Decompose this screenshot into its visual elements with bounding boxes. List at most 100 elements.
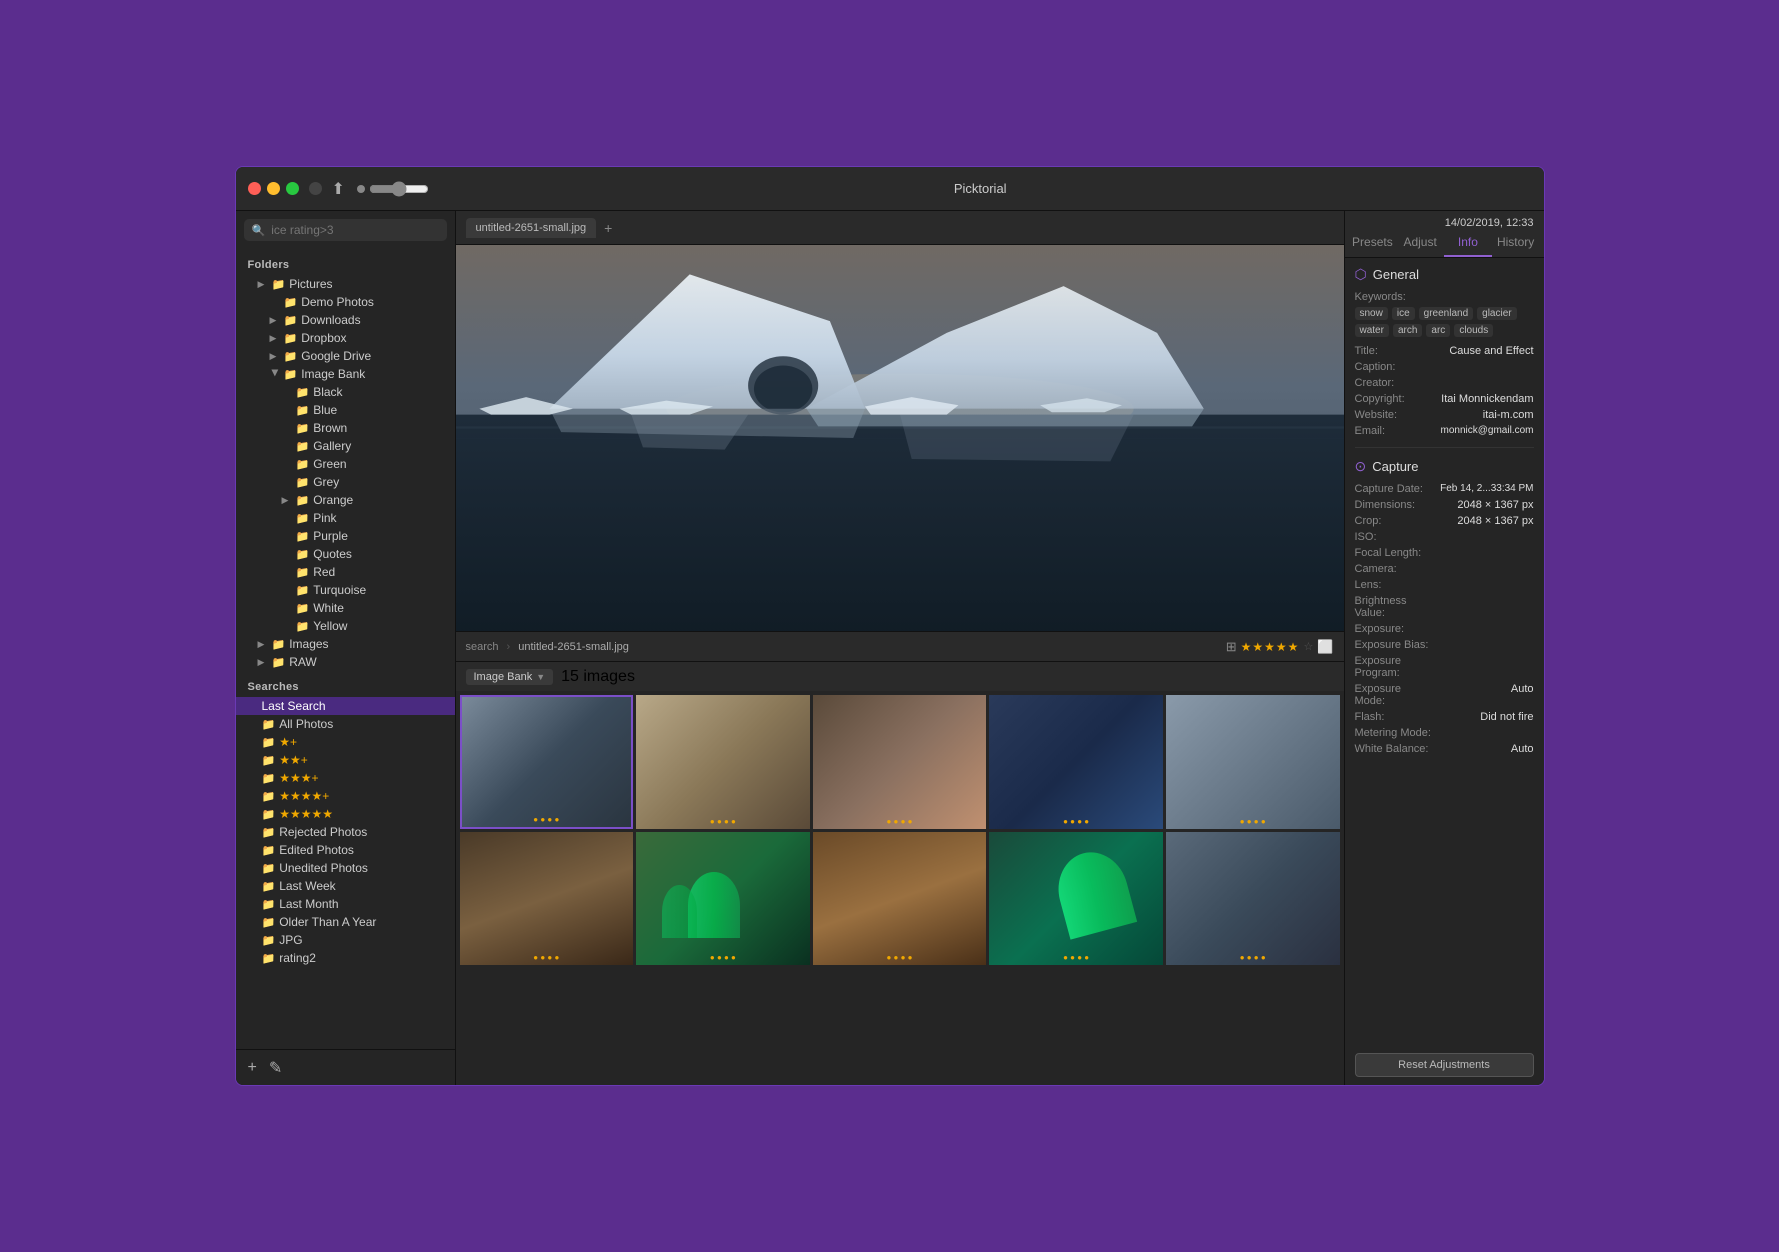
thumb-stars: ● ● ● ● xyxy=(533,953,559,962)
sidebar-item-rejected[interactable]: 📁 Rejected Photos xyxy=(236,823,455,841)
thumbnail-5[interactable]: ● ● ● ● xyxy=(1166,695,1340,829)
sidebar-item-jpg[interactable]: 📁 JPG xyxy=(236,931,455,949)
sidebar-item-older-year[interactable]: 📁 Older Than A Year xyxy=(236,913,455,931)
sidebar-item-unedited[interactable]: 📁 Unedited Photos xyxy=(236,859,455,877)
sidebar-item-google-drive[interactable]: ▶ 📁 Google Drive xyxy=(236,347,455,365)
add-folder-button[interactable]: + xyxy=(248,1059,257,1077)
folder-icon: 📁 xyxy=(296,386,310,399)
sidebar-item-all-photos[interactable]: 📁 All Photos xyxy=(236,715,455,733)
sidebar-item-raw[interactable]: ▶ 📁 RAW xyxy=(236,653,455,671)
folder-label: Grey xyxy=(313,475,339,489)
chevron-right-icon: ▶ xyxy=(282,495,292,506)
sidebar-item-image-bank[interactable]: ▶ 📁 Image Bank xyxy=(236,365,455,383)
sidebar-item-last-search[interactable]: Last Search xyxy=(236,697,455,715)
folder-icon: 📁 xyxy=(262,772,276,785)
folder-icon: 📁 xyxy=(284,368,298,381)
keyword-arch: arch xyxy=(1393,324,1422,337)
sidebar-item-3star[interactable]: 📁 ★★+ xyxy=(236,751,455,769)
sidebar-item-yellow[interactable]: 📁 Yellow xyxy=(236,617,455,635)
folder-icon: 📁 xyxy=(296,530,310,543)
reset-adjustments-button[interactable]: Reset Adjustments xyxy=(1355,1053,1534,1077)
email-row: Email: monnick@gmail.com xyxy=(1355,425,1534,437)
folder-label: Demo Photos xyxy=(301,295,374,309)
flag-button[interactable]: ⬜ xyxy=(1317,639,1333,655)
thumbnail-8[interactable]: ● ● ● ● xyxy=(813,832,987,966)
folder-icon: 📁 xyxy=(262,934,276,947)
general-section-title: ⬡ General xyxy=(1355,266,1534,283)
tab-info[interactable]: Info xyxy=(1444,231,1492,257)
thumbnail-10[interactable]: ● ● ● ● xyxy=(1166,832,1340,966)
edit-button[interactable]: ✎ xyxy=(269,1058,282,1078)
sidebar-item-brown[interactable]: 📁 Brown xyxy=(236,419,455,437)
tab-history[interactable]: History xyxy=(1492,231,1540,257)
sidebar-item-last-month[interactable]: 📁 Last Month xyxy=(236,895,455,913)
thumbnail-1[interactable]: ● ● ● ● xyxy=(460,695,634,829)
close-button[interactable] xyxy=(248,182,261,195)
folder-label: Pictures xyxy=(289,277,332,291)
chevron-right-icon: ▶ xyxy=(270,333,280,344)
search-box[interactable]: 🔍 xyxy=(244,219,447,241)
folder-label: White xyxy=(313,601,344,615)
folder-label: Dropbox xyxy=(301,331,346,345)
sidebar-item-pink[interactable]: 📁 Pink xyxy=(236,509,455,527)
sidebar-item-5star[interactable]: 📁 ★★★★★ xyxy=(236,805,455,823)
grid-view-button[interactable]: ⊞ xyxy=(1226,639,1237,655)
thumbnail-3[interactable]: ● ● ● ● xyxy=(813,695,987,829)
sidebar-item-turquoise[interactable]: 📁 Turquoise xyxy=(236,581,455,599)
sidebar-item-green[interactable]: 📁 Green xyxy=(236,455,455,473)
add-tab-button[interactable]: + xyxy=(604,220,612,236)
folder-icon: 📁 xyxy=(262,952,276,965)
thumbnail-4[interactable]: ● ● ● ● xyxy=(989,695,1163,829)
sidebar-item-quotes[interactable]: 📁 Quotes xyxy=(236,545,455,563)
folder-icon: 📁 xyxy=(296,512,310,525)
zoom-slider[interactable] xyxy=(357,181,429,197)
thumb-stars: ● ● ● ● xyxy=(533,815,559,824)
folder-label: Last Week xyxy=(279,879,335,893)
sidebar-item-white[interactable]: 📁 White xyxy=(236,599,455,617)
sidebar-item-downloads[interactable]: ▶ 📁 Downloads xyxy=(236,311,455,329)
sidebar-item-black[interactable]: 📁 Black xyxy=(236,383,455,401)
folder-icon: 📁 xyxy=(262,826,276,839)
photo-rating-stars[interactable]: ★★★★★ xyxy=(1241,640,1300,654)
folder-label: Last Month xyxy=(279,897,338,911)
thumbnail-6[interactable]: ● ● ● ● xyxy=(460,832,634,966)
photo-tab[interactable]: untitled-2651-small.jpg xyxy=(466,218,597,238)
sidebar-item-blue[interactable]: 📁 Blue xyxy=(236,401,455,419)
star-empty[interactable]: ☆ xyxy=(1303,640,1313,653)
keyword-ice: ice xyxy=(1392,307,1415,320)
right-panel-header: 14/02/2019, 12:33 Presets Adjust Info Hi… xyxy=(1345,211,1544,258)
title-bar: ⬆ Picktorial xyxy=(236,167,1544,211)
location-badge[interactable]: Image Bank ▼ xyxy=(466,669,554,685)
sidebar-item-rating2[interactable]: 📁 rating2 xyxy=(236,949,455,967)
sidebar-item-purple[interactable]: 📁 Purple xyxy=(236,527,455,545)
sidebar-item-2star[interactable]: 📁 ★+ xyxy=(236,733,455,751)
sidebar-item-pictures[interactable]: ▶ 📁 Pictures xyxy=(236,275,455,293)
tab-adjust[interactable]: Adjust xyxy=(1396,231,1444,257)
searches-section-header: Searches xyxy=(236,671,455,697)
thumbnail-7[interactable]: ● ● ● ● xyxy=(636,832,810,966)
search-input[interactable] xyxy=(271,223,438,237)
sidebar-item-gallery[interactable]: 📁 Gallery xyxy=(236,437,455,455)
sidebar-item-last-week[interactable]: 📁 Last Week xyxy=(236,877,455,895)
sidebar-item-orange[interactable]: ▶ 📁 Orange xyxy=(236,491,455,509)
zoom-input[interactable] xyxy=(369,181,429,197)
content-header: untitled-2651-small.jpg + xyxy=(456,211,1344,245)
sidebar-item-demo-photos[interactable]: 📁 Demo Photos xyxy=(236,293,455,311)
sidebar-item-images[interactable]: ▶ 📁 Images xyxy=(236,635,455,653)
folder-label: Rejected Photos xyxy=(279,825,367,839)
share-button[interactable]: ⬆ xyxy=(332,179,345,199)
thumb-stars: ● ● ● ● xyxy=(886,817,912,826)
sidebar-item-edited[interactable]: 📁 Edited Photos xyxy=(236,841,455,859)
minimize-button[interactable] xyxy=(267,182,280,195)
sidebar-item-dropbox[interactable]: ▶ 📁 Dropbox xyxy=(236,329,455,347)
sidebar-item-red[interactable]: 📁 Red xyxy=(236,563,455,581)
tab-presets[interactable]: Presets xyxy=(1349,231,1397,257)
folder-label: JPG xyxy=(279,933,302,947)
sidebar-item-5star-plus[interactable]: 📁 ★★★★+ xyxy=(236,787,455,805)
thumbnail-2[interactable]: ● ● ● ● xyxy=(636,695,810,829)
sidebar-item-grey[interactable]: 📁 Grey xyxy=(236,473,455,491)
extra-button[interactable] xyxy=(309,182,322,195)
maximize-button[interactable] xyxy=(286,182,299,195)
sidebar-item-4star[interactable]: 📁 ★★★+ xyxy=(236,769,455,787)
thumbnail-9[interactable]: ● ● ● ● xyxy=(989,832,1163,966)
